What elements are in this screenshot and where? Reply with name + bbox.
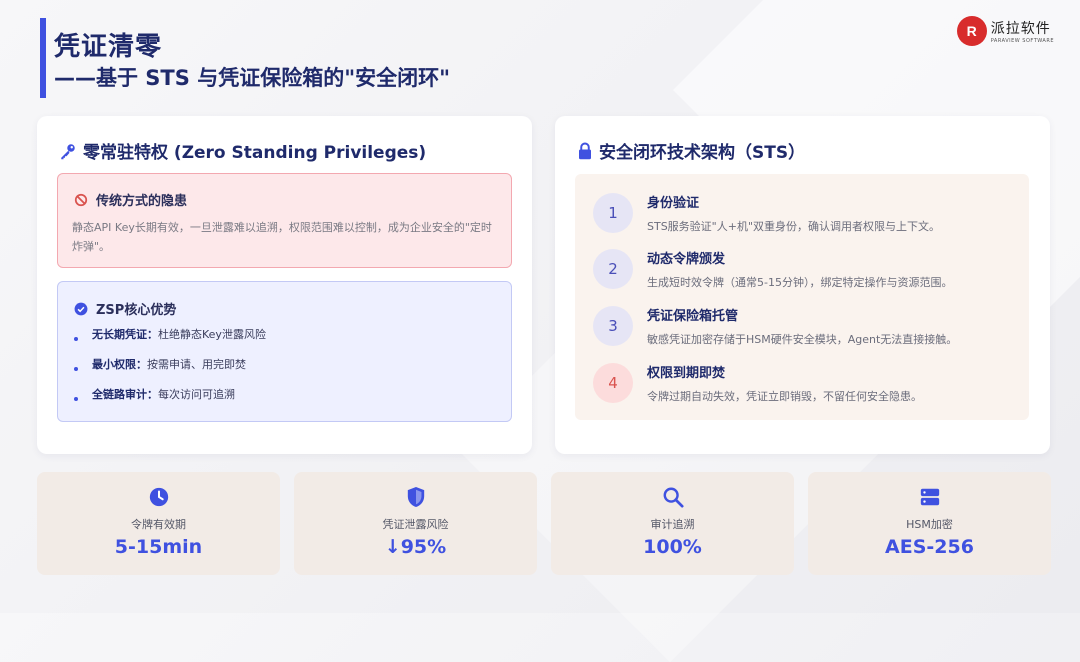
risk-title: 传统方式的隐患: [96, 194, 188, 209]
step-number: 4: [593, 363, 633, 403]
lock-icon: [579, 142, 591, 159]
step-item: 2 动态令牌颁发 生成短时效令牌（通常5-15分钟），绑定特定操作与资源范围。: [593, 248, 952, 290]
stat-token-validity: 令牌有效期 5-15min: [37, 472, 280, 575]
step-number: 2: [593, 249, 633, 289]
company-logo: R 派拉软件 PARAVIEW SOFTWARE: [956, 16, 1054, 46]
zsp-card-title: 零常驻特权 (Zero Standing Privileges): [83, 143, 427, 163]
step-description: 生成短时效令牌（通常5-15分钟），绑定特定操作与资源范围。: [647, 276, 953, 289]
step-description: STS服务验证"人+机"双重身份，确认调用者权限与上下文。: [647, 220, 941, 233]
step-item: 3 凭证保险箱托管 敏感凭证加密存储于HSM硬件安全模块，Agent无法直接接触…: [593, 305, 957, 347]
key-icon: [61, 143, 75, 159]
advantage-text: 杜绝静态Key泄露风险: [158, 328, 266, 341]
stat-value: AES-256: [885, 536, 974, 558]
advantage-label: 无长期凭证：: [92, 328, 158, 341]
advantage-label: 全链路审计：: [92, 388, 158, 401]
step-item: 1 身份验证 STS服务验证"人+机"双重身份，确认调用者权限与上下文。: [593, 192, 940, 234]
server-icon: [920, 488, 939, 506]
page-subtitle: ——基于 STS 与凭证保险箱的"安全闭环": [54, 66, 451, 90]
stat-hsm-encryption: HSM加密 AES-256: [808, 472, 1051, 575]
advantage-text: 每次访问可追溯: [158, 388, 235, 401]
stat-label: 令牌有效期: [131, 518, 186, 531]
step-item: 4 权限到期即焚 令牌过期自动失效，凭证立即销毁，不留任何安全隐患。: [593, 362, 922, 404]
title-accent-bar: [40, 18, 46, 98]
stat-value: 5-15min: [114, 536, 203, 558]
shield-icon: [407, 487, 424, 507]
step-number: 1: [593, 193, 633, 233]
page-title: 凭证清零: [54, 32, 163, 62]
stat-audit-trace: 审计追溯 100%: [551, 472, 794, 575]
sts-card: 安全闭环技术架构（STS） 1 身份验证 STS服务验证"人+机"双重身份，确认…: [555, 116, 1050, 454]
ban-icon: [74, 193, 88, 206]
step-title: 权限到期即焚: [647, 366, 726, 381]
stat-label: 审计追溯: [650, 518, 695, 531]
advantage-item: 无长期凭证： 杜绝静态Key泄露风险: [74, 326, 266, 342]
advantage-item: 最小权限： 按需申请、用完即焚: [74, 356, 246, 372]
zsp-card: 零常驻特权 (Zero Standing Privileges) 传统方式的隐患…: [37, 116, 532, 454]
advantage-text: 按需申请、用完即焚: [147, 358, 246, 371]
step-number: 3: [593, 306, 633, 346]
check-circle-icon: [74, 302, 88, 315]
step-title: 动态令牌颁发: [647, 252, 726, 267]
risk-text: 静态API Key长期有效，一旦泄露难以追溯，权限范围难以控制，成为企业安全的"…: [72, 221, 492, 253]
sts-card-header: 安全闭环技术架构（STS）: [577, 138, 805, 163]
risk-panel: 传统方式的隐患 静态API Key长期有效，一旦泄露难以追溯，权限范围难以控制，…: [57, 173, 512, 268]
step-title: 身份验证: [647, 196, 700, 211]
advantage-item: 全链路审计： 每次访问可追溯: [74, 386, 235, 402]
stat-value: ↓95%: [384, 536, 447, 558]
advantage-label: 最小权限：: [92, 358, 147, 371]
step-title: 凭证保险箱托管: [647, 309, 739, 324]
advantages-panel: ZSP核心优势 无长期凭证： 杜绝静态Key泄露风险 最小权限： 按需申请、用完即焚…: [57, 281, 512, 422]
steps-panel: 1 身份验证 STS服务验证"人+机"双重身份，确认调用者权限与上下文。 2 动…: [575, 174, 1029, 420]
step-description: 敏感凭证加密存储于HSM硬件安全模块，Agent无法直接接触。: [647, 333, 958, 346]
sts-card-title: 安全闭环技术架构（STS）: [599, 143, 806, 163]
advantages-title: ZSP核心优势: [96, 303, 177, 318]
logo-name: 派拉软件: [990, 21, 1051, 37]
stat-label: 凭证泄露风险: [382, 518, 449, 531]
stat-leak-risk: 凭证泄露风险 ↓95%: [294, 472, 537, 575]
clock-icon: [149, 487, 168, 507]
logo-english-name: PARAVIEW SOFTWARE: [990, 38, 1054, 44]
step-description: 令牌过期自动失效，凭证立即销毁，不留任何安全隐患。: [647, 390, 922, 403]
search-icon: [663, 487, 684, 508]
stat-value: 100%: [643, 536, 702, 558]
logo-mark-icon: R: [956, 16, 987, 46]
stat-label: HSM加密: [906, 518, 953, 531]
zsp-card-header: 零常驻特权 (Zero Standing Privileges): [59, 138, 426, 163]
